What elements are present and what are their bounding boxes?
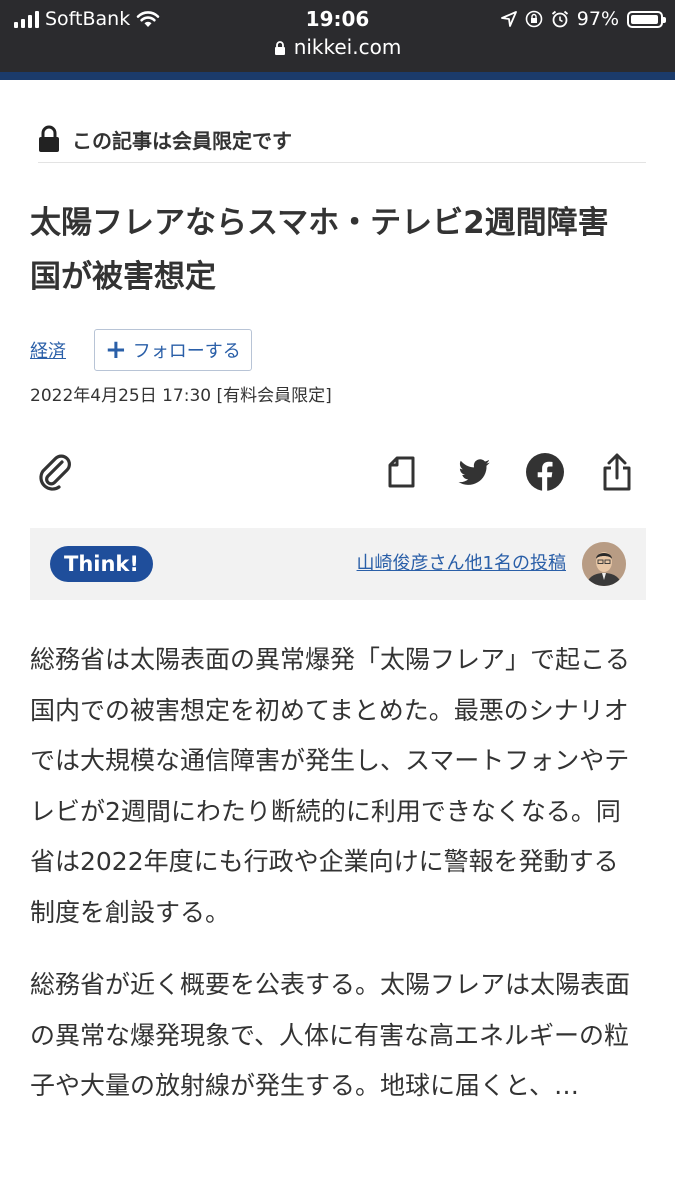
article-paragraph: 総務省が近く概要を公表する。太陽フレアは太陽表面の異常な爆発現象で、人体に有害な… <box>30 970 631 1100</box>
twitter-icon[interactable] <box>452 450 496 494</box>
category-row: 経済 + フォローする <box>30 328 252 372</box>
member-only-banner: この記事は会員限定です <box>38 116 646 163</box>
share-icon[interactable] <box>595 450 639 494</box>
follow-label: フォローする <box>132 341 241 362</box>
lock-icon <box>274 41 285 55</box>
battery-percent: 97% <box>576 8 619 30</box>
browser-chrome: SoftBank 19:06 97% nikkei.com <box>0 0 675 76</box>
battery-level <box>631 14 659 24</box>
plus-icon: + <box>105 335 127 365</box>
header-accent-bar <box>0 72 675 80</box>
orientation-lock-icon <box>525 10 543 28</box>
member-only-text: この記事は会員限定です <box>72 128 292 153</box>
save-page-icon[interactable] <box>380 450 424 494</box>
category-link[interactable]: 経済 <box>30 337 66 363</box>
location-icon <box>500 11 517 27</box>
article-paragraph: 総務省は太陽表面の異常爆発「太陽フレア」で起こる国内での被害想定を初めてまとめた… <box>30 645 631 927</box>
think-bar: Think! 山崎俊彦さん他1名の投稿 <box>30 528 646 600</box>
status-right: 97% <box>500 6 666 32</box>
avatar[interactable] <box>582 542 626 586</box>
follow-button[interactable]: + フォローする <box>94 329 252 371</box>
think-badge[interactable]: Think! <box>50 546 153 582</box>
paperclip-icon[interactable] <box>34 450 78 494</box>
publish-date: 2022年4月25日 17:30 [有料会員限定] <box>30 386 332 406</box>
battery-icon <box>627 10 666 28</box>
share-toolbar <box>0 440 675 504</box>
think-posts-link[interactable]: 山崎俊彦さん他1名の投稿 <box>357 550 566 578</box>
url-bar[interactable]: nikkei.com <box>0 34 675 60</box>
facebook-icon[interactable] <box>523 450 567 494</box>
padlock-icon <box>39 125 59 152</box>
article-headline: 太陽フレアならスマホ・テレビ2週間障害 国が被害想定 <box>30 205 640 295</box>
url-text: nikkei.com <box>293 35 402 59</box>
alarm-icon <box>551 10 568 28</box>
